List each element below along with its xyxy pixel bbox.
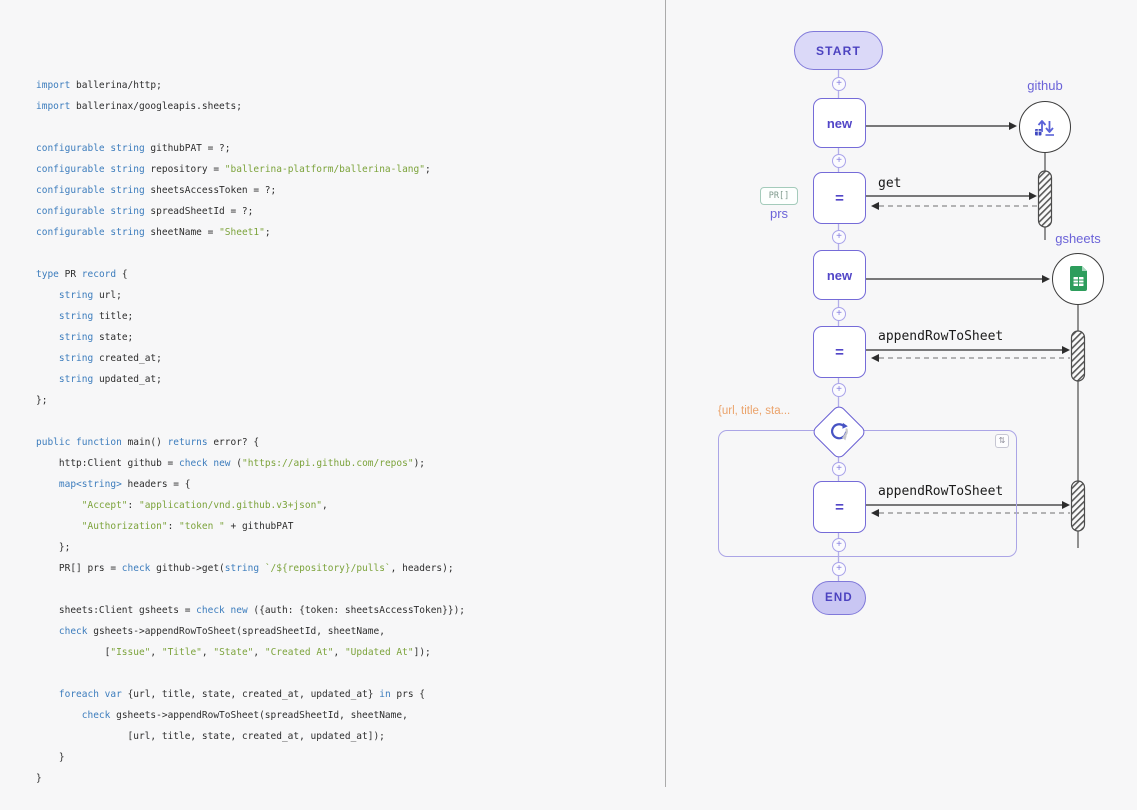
github-endpoint-label: github [1019,78,1071,93]
prs-variable-label: prs [760,206,798,221]
add-statement-button[interactable]: + [832,562,846,576]
node-assign-prs[interactable]: = [813,172,866,224]
arrowhead [871,202,879,210]
node-append-header[interactable]: = [813,326,866,378]
add-statement-button[interactable]: + [832,77,846,91]
arrowhead [1062,346,1070,354]
append-action-label-2: appendRowToSheet [878,484,1003,499]
add-statement-button[interactable]: + [832,538,846,552]
prs-type-badge: PR[] [760,187,798,205]
node-new-github[interactable]: new [813,98,866,148]
arrowhead [1009,122,1017,130]
gsheets-endpoint-label: gsheets [1052,231,1104,246]
node-new-gsheets[interactable]: new [813,250,866,300]
diagram-connectors [0,0,1137,787]
github-activation-bar [1039,171,1052,227]
add-statement-button[interactable]: + [832,154,846,168]
add-statement-button[interactable]: + [832,230,846,244]
add-statement-button[interactable]: + [832,383,846,397]
end-node: END [812,581,866,615]
arrowhead [1029,192,1037,200]
gsheets-activation-bar-1 [1072,331,1085,381]
http-client-icon [1031,113,1059,141]
get-action-label: get [878,176,901,191]
arrowhead [1062,501,1070,509]
google-sheets-icon [1066,265,1090,293]
github-endpoint[interactable] [1019,101,1071,153]
add-statement-button[interactable]: + [832,462,846,476]
foreach-condition-label: {url, title, sta... [718,405,814,417]
node-append-loop[interactable]: = [813,481,866,533]
add-statement-button[interactable]: + [832,307,846,321]
gsheets-activation-bar-2 [1072,481,1085,531]
loop-icon [820,413,858,451]
arrowhead [1042,275,1050,283]
arrowhead [871,354,879,362]
append-action-label-1: appendRowToSheet [878,329,1003,344]
start-node: START [794,31,883,70]
gsheets-endpoint[interactable] [1052,253,1104,305]
collapse-icon[interactable]: ⇅ [995,434,1009,448]
